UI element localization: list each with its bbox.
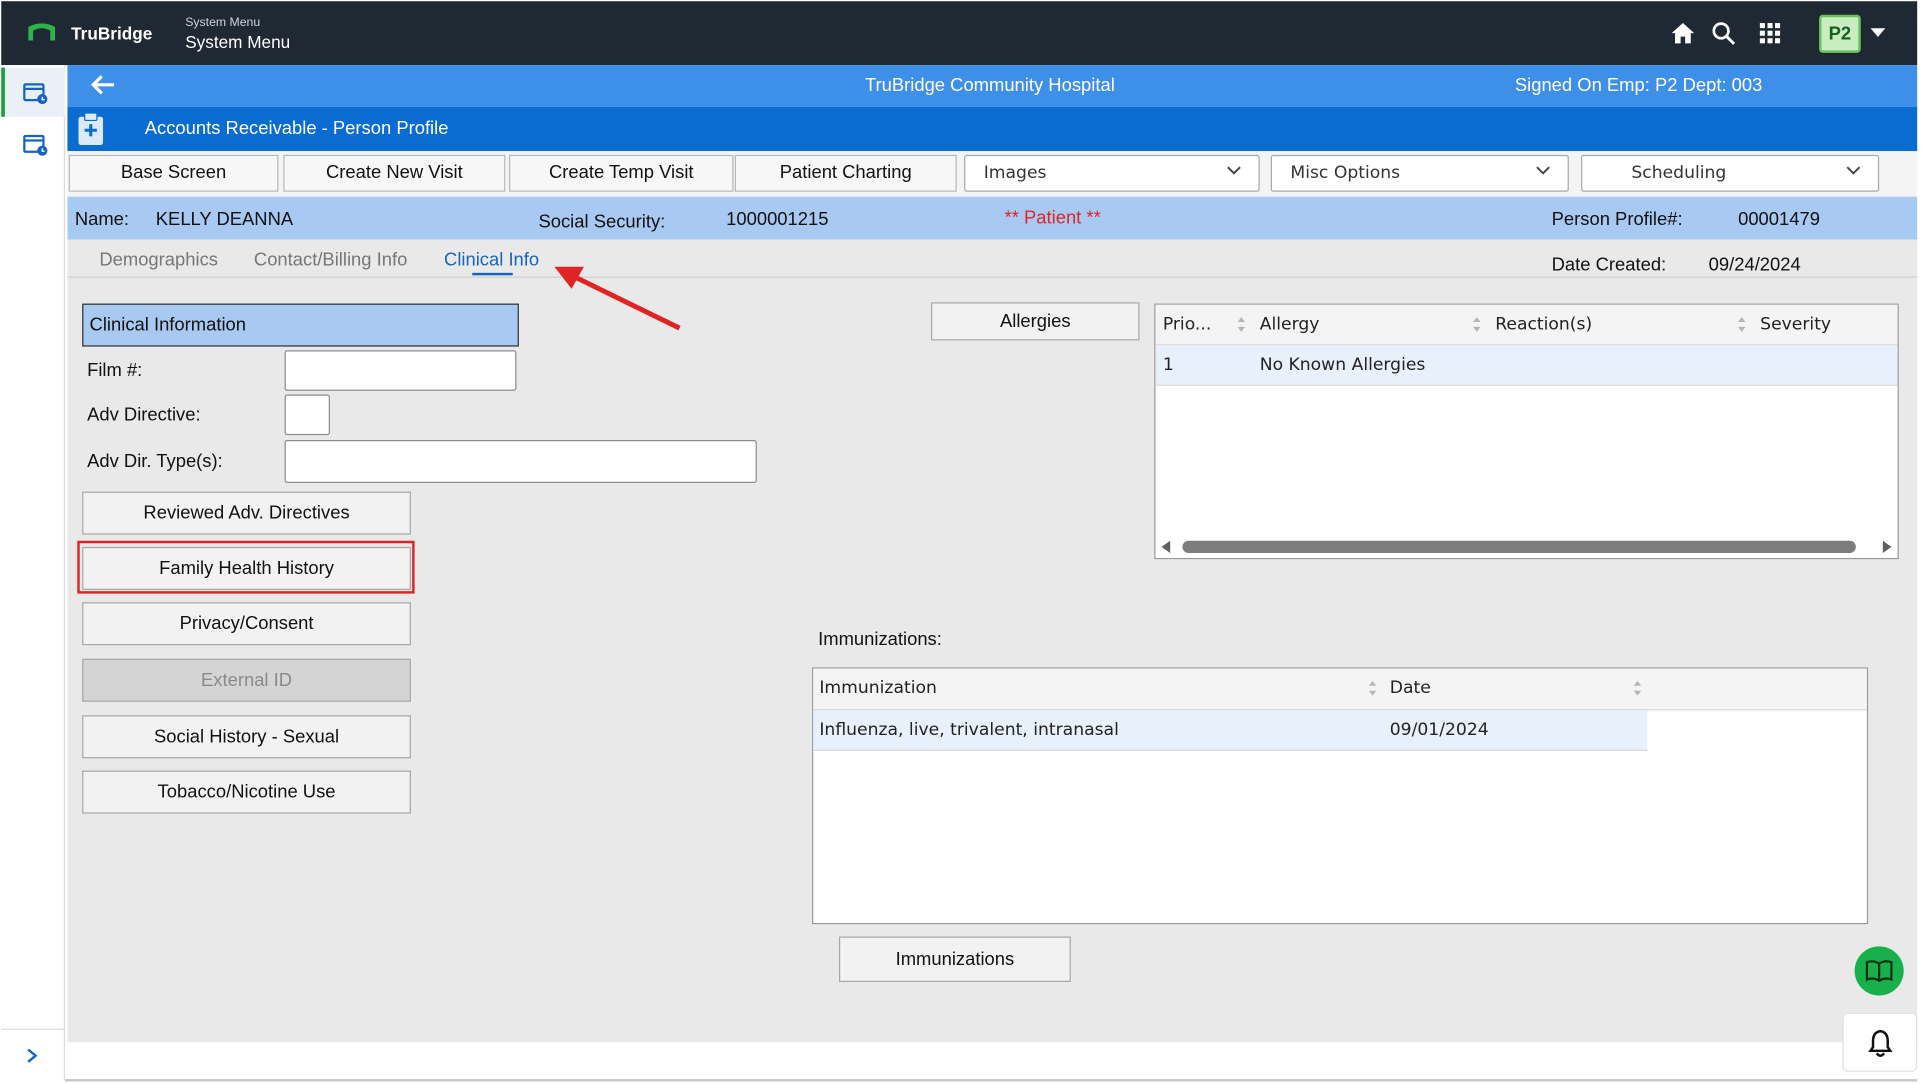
tab-divider [67,276,1918,278]
images-dropdown-label: Images [983,163,1047,184]
immunization-name-cell: Influenza, live, trivalent, intranasal [819,720,1119,740]
bell-icon [1868,1029,1893,1057]
immunizations-button[interactable]: Immunizations [838,936,1071,982]
table-row[interactable]: Influenza, live, trivalent, intranasal 0… [813,710,1648,751]
column-header-severity[interactable]: Severity [1760,315,1831,335]
help-guide-button[interactable] [1854,946,1904,996]
system-menu-caption: System Menu [185,15,261,30]
ssn-label: Social Security: [538,211,666,233]
search-icon[interactable] [1710,20,1737,47]
top-bar: TruBridge System Menu System Menu P2 [1,1,1918,66]
system-menu-title[interactable]: System Menu [185,32,290,52]
misc-options-dropdown[interactable]: Misc Options [1270,154,1569,192]
signed-on-info: Signed On Emp: P2 Dept: 003 [1514,74,1763,96]
images-dropdown[interactable]: Images [964,154,1260,192]
create-new-visit-button[interactable]: Create New Visit [283,154,506,192]
column-header-reactions[interactable]: Reaction(s) [1495,315,1592,335]
active-tab-indicator [472,272,513,276]
name-label: Name: [74,208,130,230]
scroll-left-icon[interactable] [1161,540,1172,554]
film-number-label: Film #: [87,360,143,381]
sort-icon[interactable] [1236,316,1246,333]
scheduling-dropdown[interactable]: Scheduling [1581,154,1880,192]
ssn-value: 1000001215 [726,208,829,230]
open-book-icon [1865,960,1893,983]
person-profile-value: 00001479 [1738,208,1820,230]
allergies-button[interactable]: Allergies [930,302,1140,341]
film-number-input[interactable] [284,350,517,391]
sort-icon[interactable] [1633,680,1643,697]
trubridge-logo-icon [28,23,56,41]
column-header-allergy[interactable]: Allergy [1260,315,1320,335]
patient-bar: Name: KELLY DEANNA Social Security: 1000… [67,196,1918,240]
column-header-immunization[interactable]: Immunization [819,678,937,698]
bottom-border [65,1079,1918,1082]
chevron-right-icon[interactable] [25,1047,40,1064]
notifications-button[interactable] [1842,1012,1918,1072]
user-avatar[interactable]: P2 [1819,14,1861,53]
immunizations-table: Immunization Date Influenza, live, triva… [812,667,1869,925]
patient-charting-button[interactable]: Patient Charting [734,154,957,192]
table-row[interactable]: 1 No Known Allergies [1155,345,1898,386]
date-created-value: 09/24/2024 [1708,254,1801,276]
person-profile-label: Person Profile#: [1551,208,1683,230]
tab-clinical-info[interactable]: Clinical Info [444,249,539,270]
create-temp-visit-button[interactable]: Create Temp Visit [509,154,734,192]
reviewed-adv-directives-button[interactable]: Reviewed Adv. Directives [82,491,411,535]
adv-directive-input[interactable] [284,394,330,436]
sort-icon[interactable] [1737,316,1747,333]
tab-contact-billing[interactable]: Contact/Billing Info [254,249,407,270]
chevron-down-icon[interactable] [1870,28,1886,37]
brand-name: TruBridge [71,23,153,44]
clipboard-icon [78,112,104,146]
calendar-app-icon-2[interactable] [22,132,49,159]
scheduling-dropdown-label: Scheduling [1631,163,1727,184]
annotation-arrow-icon [554,266,681,331]
immunizations-table-header: Immunization Date [813,668,1867,711]
allergies-table: Prio... Allergy Reaction(s) Severity 1 N… [1154,303,1899,560]
sort-icon[interactable] [1472,316,1482,333]
misc-options-dropdown-label: Misc Options [1290,163,1401,184]
immunization-date-cell: 09/01/2024 [1389,720,1489,740]
chevron-down-icon [1536,166,1550,175]
date-created-label: Date Created: [1551,254,1667,276]
social-history-sexual-button[interactable]: Social History - Sexual [82,715,411,759]
tab-demographics[interactable]: Demographics [99,249,218,270]
external-id-button: External ID [82,658,411,702]
apps-grid-icon[interactable] [1756,20,1783,47]
content-area: Demographics Contact/Billing Info Clinic… [67,239,1918,1043]
chevron-down-icon [1227,166,1241,175]
column-header-date[interactable]: Date [1390,678,1431,698]
sort-icon[interactable] [1368,680,1378,697]
allergy-name-cell: No Known Allergies [1259,355,1426,375]
hospital-header: TruBridge Community Hospital Signed On E… [67,65,1918,107]
allergy-priority-cell: 1 [1162,355,1174,375]
patient-name: KELLY DEANNA [155,208,294,230]
base-screen-button[interactable]: Base Screen [68,154,279,192]
module-title: Accounts Receivable - Person Profile [144,117,449,139]
home-icon[interactable] [1669,20,1696,47]
privacy-consent-button[interactable]: Privacy/Consent [82,602,411,646]
adv-directive-label: Adv Directive: [87,404,201,426]
action-toolbar: Base Screen Create New Visit Create Temp… [67,151,1918,197]
immunizations-label: Immunizations: [818,629,942,651]
annotation-highlight-box [77,540,415,594]
adv-dir-types-label: Adv Dir. Type(s): [87,451,223,472]
module-header: Accounts Receivable - Person Profile [67,106,1918,152]
rail-footer [1,1028,66,1081]
scrollbar-thumb[interactable] [1182,540,1856,554]
allergies-table-header: Prio... Allergy Reaction(s) Severity [1155,304,1898,346]
calendar-app-icon[interactable] [22,80,49,107]
chevron-down-icon [1846,166,1861,175]
tobacco-nicotine-button[interactable]: Tobacco/Nicotine Use [82,770,411,814]
horizontal-scrollbar[interactable] [1155,536,1897,558]
clinical-information-header: Clinical Information [82,303,519,347]
column-header-priority[interactable]: Prio... [1163,315,1211,335]
patient-status-tag: ** Patient ** [1004,207,1101,229]
scroll-right-icon[interactable] [1882,540,1892,554]
left-rail [1,65,66,1081]
adv-dir-types-input[interactable] [284,439,757,483]
